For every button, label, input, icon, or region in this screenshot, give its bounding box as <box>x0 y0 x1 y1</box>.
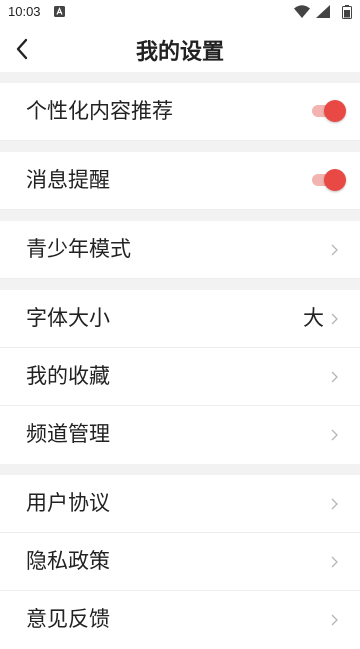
chevron-right-icon <box>331 498 338 510</box>
row-label: 个性化内容推荐 <box>26 99 173 123</box>
font-size-value: 大 <box>303 306 324 330</box>
section-divider <box>0 464 360 475</box>
row-channel-management[interactable]: 频道管理 <box>0 406 360 464</box>
row-label: 意见反馈 <box>26 607 110 631</box>
row-label: 字体大小 <box>26 306 110 330</box>
chevron-right-icon <box>331 244 338 256</box>
wifi-icon <box>294 5 310 18</box>
row-label: 我的收藏 <box>26 364 110 388</box>
row-privacy-policy[interactable]: 隐私政策 <box>0 533 360 591</box>
row-user-agreement[interactable]: 用户协议 <box>0 475 360 533</box>
row-personalized-recommendation[interactable]: 个性化内容推荐 <box>0 83 360 141</box>
chevron-right-icon <box>331 429 338 441</box>
signal-icon <box>316 5 330 18</box>
page-title: 我的设置 <box>135 40 224 65</box>
section-divider <box>0 141 360 152</box>
chevron-right-icon <box>331 614 338 626</box>
toggle-knob <box>324 169 346 191</box>
section-divider <box>0 72 360 83</box>
chevron-right-icon <box>331 313 338 325</box>
status-bar: 10:03 <box>0 0 360 24</box>
row-label: 频道管理 <box>26 422 110 446</box>
row-my-favorites[interactable]: 我的收藏 <box>0 348 360 406</box>
status-time: 10:03 <box>8 4 41 19</box>
row-label: 青少年模式 <box>26 237 131 261</box>
chevron-right-icon <box>331 371 338 383</box>
personalized-recommendation-toggle[interactable] <box>312 100 346 122</box>
section-divider <box>0 279 360 290</box>
row-label: 用户协议 <box>26 491 110 515</box>
row-message-reminder[interactable]: 消息提醒 <box>0 152 360 210</box>
chevron-right-icon <box>331 556 338 568</box>
row-font-size[interactable]: 字体大小 大 <box>0 290 360 348</box>
row-label: 隐私政策 <box>26 549 110 573</box>
header: 我的设置 <box>0 24 360 72</box>
row-teen-mode[interactable]: 青少年模式 <box>0 221 360 279</box>
section-divider <box>0 210 360 221</box>
toggle-knob <box>324 100 346 122</box>
row-label: 消息提醒 <box>26 168 110 192</box>
row-feedback[interactable]: 意见反馈 <box>0 591 360 649</box>
battery-icon <box>342 5 352 19</box>
settings-list: 个性化内容推荐 消息提醒 青少年模式 字体大小 大 我的收藏 频道管理 用户协议 <box>0 72 360 649</box>
notification-icon <box>54 6 65 17</box>
message-reminder-toggle[interactable] <box>312 169 346 191</box>
